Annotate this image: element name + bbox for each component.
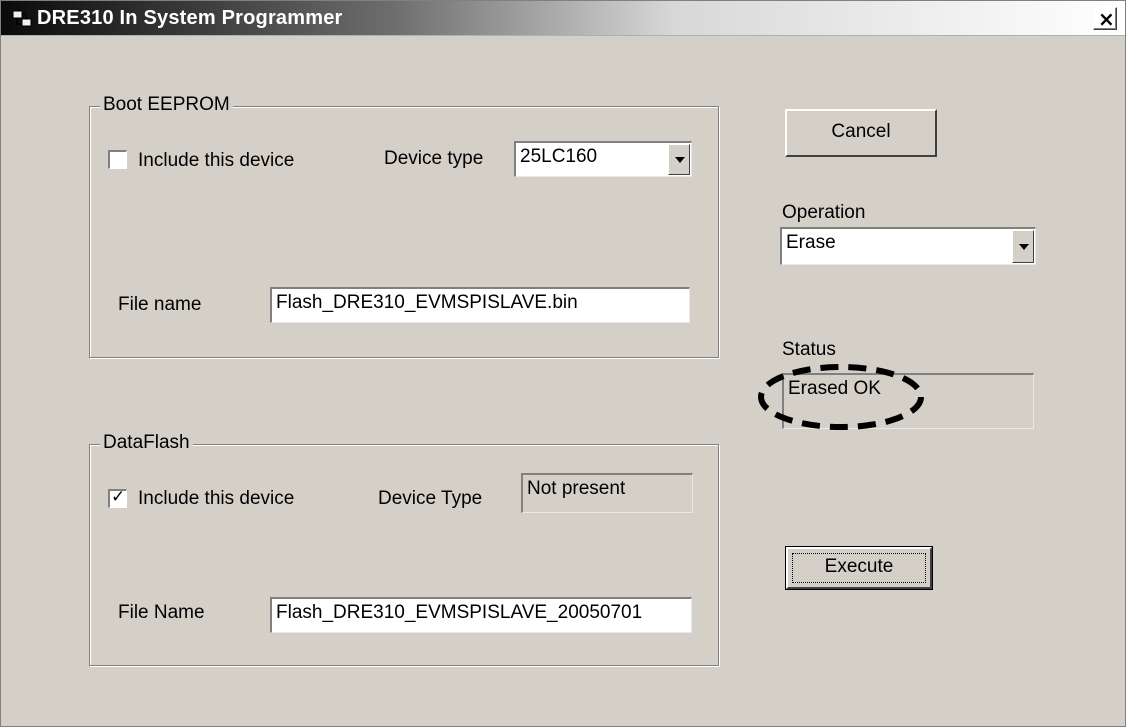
boot-eeprom-device-type-label: Device type [384, 148, 484, 169]
status-label: Status [782, 339, 836, 360]
execute-button-label: Execute [824, 556, 894, 577]
boot-eeprom-title: Boot EEPROM [100, 94, 233, 116]
dataflash-file-name-label: File Name [118, 602, 205, 623]
dataflash-include-label[interactable]: Include this device [138, 488, 294, 510]
boot-eeprom-include-label[interactable]: Include this device [138, 150, 294, 172]
operation-dropdown[interactable]: Erase [780, 227, 1036, 265]
execute-button[interactable]: Execute [785, 546, 933, 590]
highlight-ellipse-annotation [758, 364, 924, 430]
isp-dialog-window: DRE310 In System Programmer × Boot EEPRO… [0, 0, 1126, 727]
operation-label: Operation [782, 202, 866, 223]
boot-eeprom-group: Boot EEPROM Include this device Device t… [89, 94, 719, 358]
cancel-button-label: Cancel [831, 121, 891, 142]
cancel-button[interactable]: Cancel [785, 109, 937, 157]
dataflash-include-checkbox[interactable]: ✓ [108, 487, 127, 508]
dataflash-device-type-field: Not present [521, 473, 693, 513]
boot-eeprom-file-name-value: Flash_DRE310_EVMSPISLAVE.bin [276, 292, 578, 313]
checkmark-icon: ✓ [111, 487, 126, 507]
app-plug-icon [12, 10, 32, 27]
boot-eeprom-device-type-value: 25LC160 [520, 146, 598, 167]
close-icon: × [1098, 7, 1115, 31]
window-title: DRE310 In System Programmer [37, 7, 343, 29]
dataflash-device-type-value: Not present [527, 478, 626, 499]
dataflash-device-type-label: Device Type [378, 488, 483, 509]
operation-value: Erase [786, 232, 836, 253]
dataflash-file-name-value: Flash_DRE310_EVMSPISLAVE_20050701 [276, 602, 643, 623]
boot-eeprom-file-name-label: File name [118, 294, 202, 315]
boot-eeprom-device-type-dropdown[interactable]: 25LC160 [514, 141, 692, 177]
close-button[interactable]: × [1093, 7, 1117, 31]
boot-eeprom-file-name-input[interactable]: Flash_DRE310_EVMSPISLAVE.bin [270, 287, 690, 323]
chevron-down-icon[interactable] [1012, 230, 1034, 263]
dataflash-title: DataFlash [100, 432, 193, 454]
title-bar[interactable]: DRE310 In System Programmer × [1, 1, 1125, 36]
chevron-down-icon[interactable] [668, 144, 690, 175]
dataflash-file-name-input[interactable]: Flash_DRE310_EVMSPISLAVE_20050701 [270, 597, 692, 633]
dataflash-group: DataFlash ✓ Include this device Device T… [89, 432, 719, 666]
boot-eeprom-include-checkbox[interactable] [108, 150, 127, 169]
